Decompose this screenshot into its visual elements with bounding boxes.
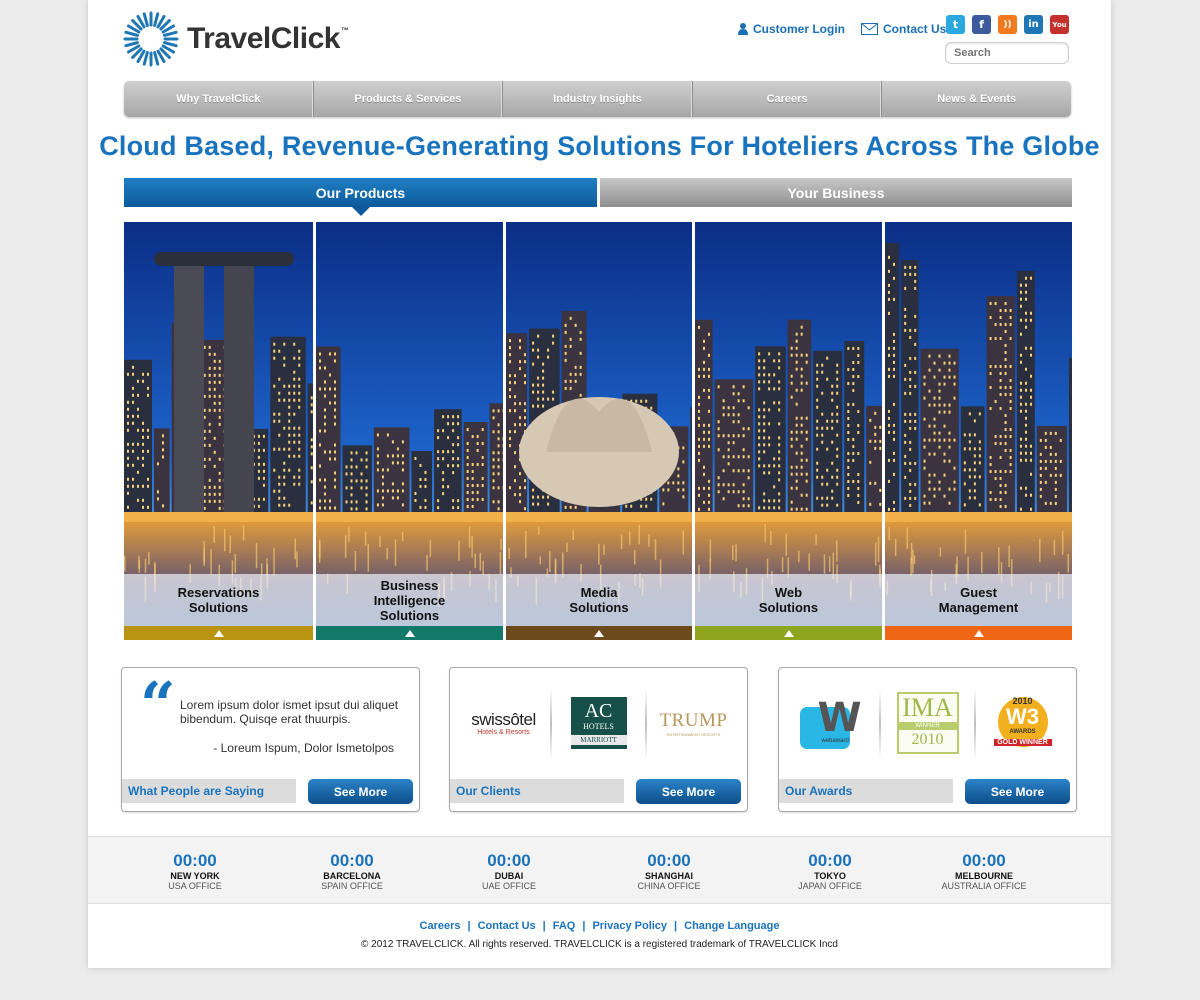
testimonial-author: - Loreum Ispum, Dolor Ismetolpos <box>213 741 394 755</box>
clients-label: Our Clients <box>450 779 624 803</box>
arrow-up-icon <box>404 629 415 637</box>
ima-logo[interactable]: IMA WINNER 2010 <box>879 685 975 761</box>
clients-see-more-button[interactable]: See More <box>636 779 741 804</box>
main-nav: Why TravelClick Products & Services Indu… <box>124 81 1071 117</box>
search-input[interactable] <box>945 42 1069 64</box>
awards-box: W webaward IMA WINNER 2010 2010 W3 AWARD… <box>778 667 1077 812</box>
facebook-icon[interactable]: f <box>972 15 991 34</box>
panel-bar <box>506 626 692 640</box>
product-panels: Reservations Solutions Business Intelligen… <box>124 222 1072 640</box>
award-logos: W webaward IMA WINNER 2010 2010 W3 AWARD… <box>785 682 1070 764</box>
ac-hotels-logo[interactable]: AC HOTELS MARRIOTT <box>550 685 646 761</box>
page-container: TravelClick™ Customer Login Contact Us t… <box>88 0 1111 968</box>
testimonial-see-more-button[interactable]: See More <box>308 779 413 804</box>
top-links: Customer Login Contact Us <box>738 22 962 36</box>
swissotel-logo-sub: Hotels & Resorts <box>477 729 530 736</box>
linkedin-icon[interactable]: in <box>1024 15 1043 34</box>
panel-bar <box>695 626 882 640</box>
panel-caption: Media Solutions <box>506 574 692 626</box>
nav-careers[interactable]: Careers <box>693 81 883 117</box>
nav-why-travelclick[interactable]: Why TravelClick <box>124 81 314 117</box>
contact-us-link[interactable]: Contact Us <box>861 22 946 36</box>
world-clocks: 00:00 NEW YORK USA OFFICE 00:00 BARCELON… <box>88 836 1111 904</box>
nav-industry-insights[interactable]: Industry Insights <box>503 81 693 117</box>
footer-links: Careers | Contact Us | FAQ | Privacy Policy | Ch… <box>419 920 780 932</box>
clients-box: swissôtel Hotels & Resorts AC HOTELS MAR… <box>449 667 748 812</box>
client-logos: swissôtel Hotels & Resorts AC HOTELS MAR… <box>456 682 741 764</box>
social-icons: t f )) in You <box>946 15 1076 34</box>
footer-link-privacy-policy[interactable]: Privacy Policy <box>592 920 667 932</box>
footer-link-change-language[interactable]: Change Language <box>684 920 779 932</box>
clock-dubai: 00:00 DUBAI UAE OFFICE <box>481 851 536 892</box>
arrow-up-icon <box>973 629 984 637</box>
clock-barcelona: 00:00 BARCELONA SPAIN OFFICE <box>321 851 383 892</box>
panel-bar <box>316 626 503 640</box>
panel-bar <box>124 626 313 640</box>
panel-bar <box>885 626 1072 640</box>
w3-award-logo[interactable]: 2010 W3 AWARDS GOLD WINNER <box>974 685 1070 761</box>
copyright: © 2012 TRAVELCLICK. All rights reserved.… <box>360 939 838 950</box>
nav-news-events[interactable]: News & Events <box>882 81 1071 117</box>
awards-see-more-button[interactable]: See More <box>965 779 1070 804</box>
swissotel-logo[interactable]: swissôtel Hotels & Resorts <box>456 685 551 761</box>
tab-your-business[interactable]: Your Business <box>600 178 1072 207</box>
webaward-logo[interactable]: W webaward <box>785 685 880 761</box>
tab-our-products[interactable]: Our Products <box>124 178 597 207</box>
logo[interactable]: TravelClick™ <box>123 11 349 67</box>
travelclick-logo-icon <box>123 11 179 67</box>
swissotel-logo-text: swissôtel <box>471 710 536 729</box>
panel-caption: Web Solutions <box>695 574 882 626</box>
youtube-icon[interactable]: You <box>1050 15 1069 34</box>
panel-media-solutions[interactable]: Media Solutions <box>506 222 692 640</box>
trump-logo[interactable]: TRUMP ENTERTAINMENT RESORTS <box>645 685 741 761</box>
customer-login-link[interactable]: Customer Login <box>738 22 845 36</box>
panel-caption: Guest Management <box>885 574 1072 626</box>
arrow-up-icon <box>783 629 794 637</box>
testimonial-box: “ Lorem ipsum dolor ismet ipsut dui aliq… <box>121 667 420 812</box>
arrow-up-icon <box>594 629 604 637</box>
testimonial-label: What People are Saying <box>122 779 296 803</box>
arrow-up-icon <box>213 629 224 637</box>
footer-link-contact-us[interactable]: Contact Us <box>478 920 536 932</box>
rss-icon[interactable]: )) <box>998 15 1017 34</box>
panel-business-intelligence[interactable]: Business Intelligence Solutions <box>316 222 503 640</box>
awards-label: Our Awards <box>779 779 953 803</box>
panel-web-solutions[interactable]: Web Solutions <box>695 222 882 640</box>
nav-products-services[interactable]: Products & Services <box>314 81 504 117</box>
footer-link-faq[interactable]: FAQ <box>553 920 576 932</box>
panel-caption: Business Intelligence Solutions <box>316 574 503 626</box>
clock-melbourne: 00:00 MELBOURNE AUSTRALIA OFFICE <box>941 851 1027 892</box>
panel-reservations-solutions[interactable]: Reservations Solutions <box>124 222 313 640</box>
clock-new-york: 00:00 NEW YORK USA OFFICE <box>168 851 222 892</box>
clock-tokyo: 00:00 TOKYO JAPAN OFFICE <box>798 851 862 892</box>
page-headline: Cloud Based, Revenue-Generating Solution… <box>99 131 1100 161</box>
footer-link-careers[interactable]: Careers <box>420 920 461 932</box>
clock-shanghai: 00:00 SHANGHAI CHINA OFFICE <box>637 851 701 892</box>
panel-caption: Reservations Solutions <box>124 574 313 626</box>
testimonial-text: Lorem ipsum dolor ismet ipsut dui alique… <box>180 698 399 726</box>
logo-text: TravelClick™ <box>187 22 349 55</box>
active-tab-indicator <box>352 207 370 216</box>
user-icon <box>738 23 748 35</box>
quote-icon: “ <box>140 668 176 741</box>
ac-hotels-badge: AC HOTELS MARRIOTT <box>570 697 627 749</box>
panel-guest-management[interactable]: Guest Management <box>885 222 1072 640</box>
envelope-icon <box>861 23 878 35</box>
twitter-icon[interactable]: t <box>946 15 965 34</box>
